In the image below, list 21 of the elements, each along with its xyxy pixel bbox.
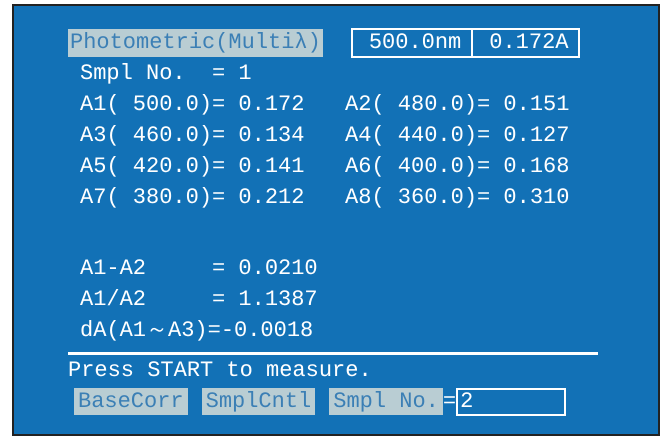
softkey[interactable]: BaseCorr: [74, 388, 188, 415]
sample-number-field[interactable]: 2: [456, 388, 566, 416]
reading-text: A8( 360.0)= 0.310: [345, 185, 570, 210]
sample-number-text: Smpl No. = 1: [80, 61, 252, 86]
calculation-text: dA(A1～A3)=-0.0018: [80, 318, 314, 343]
reading-text: A2( 480.0)= 0.151: [345, 92, 570, 117]
reading-text: A3( 460.0)= 0.134: [80, 123, 304, 148]
reading-text: A5( 420.0)= 0.141: [80, 154, 304, 179]
mode-title: Photometric(Multiλ): [68, 29, 323, 57]
reading-text: A7( 380.0)= 0.212: [80, 185, 304, 210]
softkey[interactable]: SmplCntl: [202, 388, 316, 415]
calculation-text: A1/A2 = 1.1387: [80, 287, 318, 312]
calculation-text: A1-A2 = 0.0210: [80, 256, 318, 281]
reading-text: A1( 500.0)= 0.172: [80, 92, 304, 117]
status-message: Press START to measure.: [68, 358, 372, 383]
reading-text: A6( 400.0)= 0.168: [345, 154, 570, 179]
softkey[interactable]: Smpl No.: [329, 388, 443, 415]
wavelength-readout: 500.0nm: [368, 30, 462, 56]
equals-label: =: [442, 388, 456, 416]
reading-text: A4( 440.0)= 0.127: [345, 123, 570, 148]
absorbance-readout: 0.172A: [471, 30, 578, 56]
